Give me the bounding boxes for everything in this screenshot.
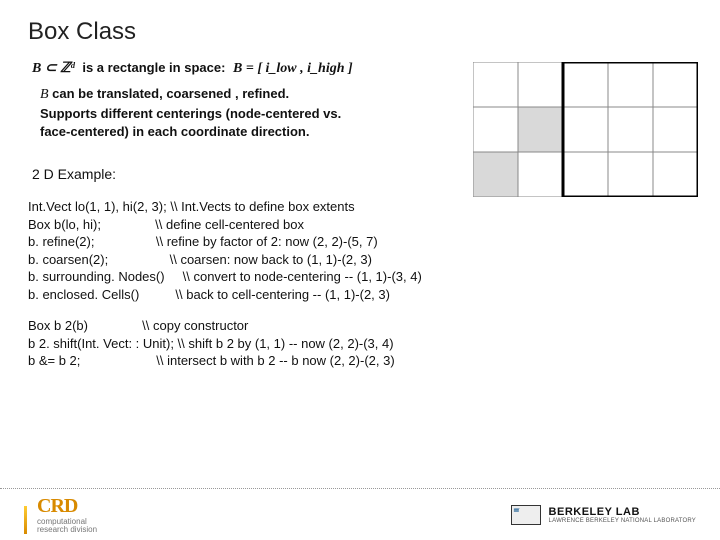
crd-sub2: research division bbox=[37, 526, 97, 534]
code-block-2: Box b 2(b) \\ copy constructor b 2. shif… bbox=[28, 317, 692, 370]
lab-sub: LAWRENCE BERKELEY NATIONAL LABORATORY bbox=[549, 518, 696, 524]
lab-title: BERKELEY LAB bbox=[549, 506, 696, 518]
slide-title: Box Class bbox=[28, 18, 692, 46]
intro-text: is a rectangle in space: bbox=[82, 60, 225, 75]
crd-mark: CRD bbox=[37, 495, 97, 518]
desc-line1: can be translated, coarsened , refined. bbox=[49, 86, 290, 101]
math-box-def: B = [ i_low , i_high ] bbox=[229, 61, 357, 77]
desc-line3: face-centered) in each coordinate direct… bbox=[40, 124, 309, 139]
description-block: B can be translated, coarsened , refined… bbox=[40, 85, 420, 140]
crd-bar-icon bbox=[24, 506, 27, 534]
math-domain: B ⊂ ℤᵈ bbox=[28, 60, 79, 77]
lab-mark-icon bbox=[511, 505, 541, 525]
code-block-1: Int.Vect lo(1, 1), hi(2, 3); \\ Int.Vect… bbox=[28, 198, 692, 303]
crd-logo: CRD computational research division bbox=[24, 495, 97, 534]
title-text: Box Class bbox=[28, 18, 136, 45]
lab-text: BERKELEY LAB LAWRENCE BERKELEY NATIONAL … bbox=[549, 506, 696, 524]
crd-text: CRD computational research division bbox=[37, 495, 97, 534]
grid-diagram bbox=[473, 62, 698, 197]
desc-line2: Supports different centerings (node-cent… bbox=[40, 106, 341, 121]
berkeley-lab-logo: BERKELEY LAB LAWRENCE BERKELEY NATIONAL … bbox=[511, 505, 696, 525]
math-B: B bbox=[40, 87, 49, 102]
slide: Box Class B ⊂ ℤᵈ is a rectangle in space… bbox=[0, 0, 720, 540]
footer: CRD computational research division BERK… bbox=[0, 488, 720, 540]
